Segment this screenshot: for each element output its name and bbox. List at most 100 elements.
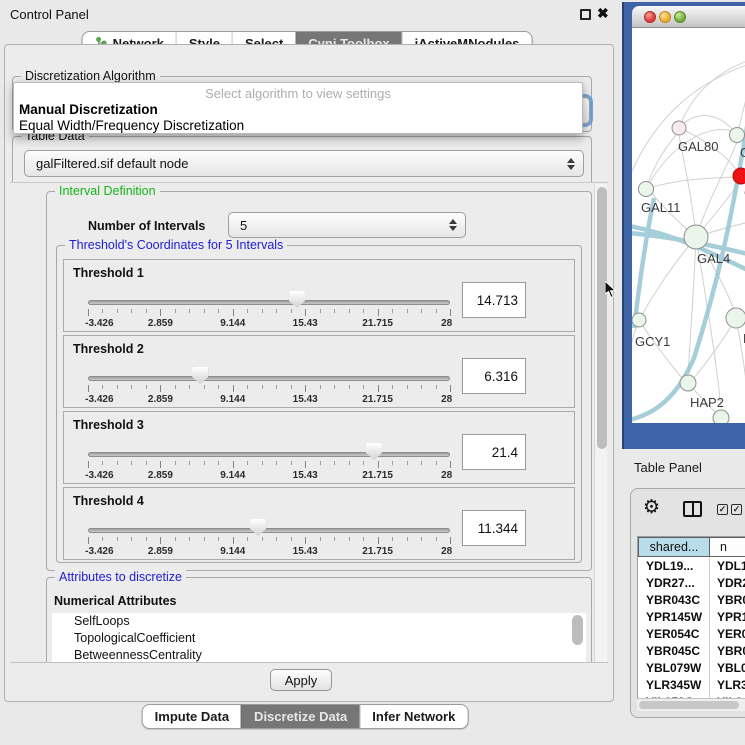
table-cell[interactable]: YBR0 <box>710 591 745 608</box>
slider-tick-label: 2.859 <box>148 470 173 481</box>
table-row[interactable]: YBR045CYBR0 <box>638 642 745 659</box>
table-row[interactable]: YDR27...YDR2 <box>638 574 745 591</box>
attribute-list-item[interactable]: SelfLoops <box>52 613 586 630</box>
network-node-selected[interactable] <box>733 168 745 184</box>
table-cell[interactable]: YPR1 <box>710 608 745 625</box>
gear-icon[interactable]: ⚙ <box>643 496 660 518</box>
table-cell[interactable]: YLR3 <box>710 676 745 693</box>
split-view-icon[interactable] <box>683 501 702 517</box>
network-graph: GAL80 G C GAL11 GAL4 GCY1 H HAP2 <box>632 28 745 423</box>
column-header-name[interactable]: n <box>710 537 745 557</box>
tab-impute-data[interactable]: Impute Data <box>143 705 241 728</box>
table-row[interactable]: YBR043CYBR0 <box>638 591 745 608</box>
checkbox-icon[interactable]: ✓ <box>717 504 728 515</box>
apply-button[interactable]: Apply <box>270 669 332 691</box>
tab-discretize-data[interactable]: Discretize Data <box>241 705 359 728</box>
threshold-2-value-field[interactable]: 6.316 <box>462 358 526 394</box>
tab-infer-network[interactable]: Infer Network <box>359 705 467 728</box>
threshold-1-value-field[interactable]: 14.713 <box>462 282 526 318</box>
number-of-intervals-combobox[interactable]: 5 <box>228 212 466 238</box>
network-node[interactable] <box>680 375 696 391</box>
attribute-list-item[interactable]: BetweennessCentrality <box>52 647 586 663</box>
network-view-window: GAL80 G C GAL11 GAL4 GCY1 H HAP2 <box>622 2 745 449</box>
numerical-attributes-list[interactable]: SelfLoopsTopologicalCoefficientBetweenne… <box>52 613 586 663</box>
network-node[interactable] <box>730 128 745 143</box>
zoom-traffic-light[interactable] <box>674 11 686 23</box>
threshold-3-slider-track[interactable] <box>88 452 450 457</box>
combo-stepper-icon <box>567 158 575 170</box>
table-hscrollbar[interactable] <box>637 698 745 711</box>
table-cell[interactable]: YLR345W <box>638 676 710 693</box>
settings-scrollbar-track[interactable] <box>594 184 607 662</box>
table-cell[interactable]: YBR043C <box>638 591 710 608</box>
column-header-shared-name[interactable]: shared... <box>638 537 710 557</box>
slider-tick-label: 15.43 <box>293 318 318 329</box>
network-window-titlebar[interactable] <box>632 6 745 28</box>
table-cell[interactable]: YPR145W <box>638 608 710 625</box>
slider-tick-label: 21.715 <box>362 394 393 405</box>
threshold-3-label: Threshold 3 <box>73 418 144 432</box>
threshold-4-value-field[interactable]: 11.344 <box>462 510 526 546</box>
threshold-3-panel: Threshold 3 -3.4262.8599.14415.4321.7152… <box>63 411 575 484</box>
table-panel-title: Table Panel <box>634 460 702 475</box>
table-cell[interactable]: YER0 <box>710 625 745 642</box>
close-traffic-light[interactable] <box>644 11 656 23</box>
table-row[interactable]: YER054CYER0 <box>638 625 745 642</box>
network-node[interactable] <box>684 225 708 249</box>
table-cell[interactable]: YER054C <box>638 625 710 642</box>
table-hscrollbar-thumb[interactable] <box>639 701 739 709</box>
slider-tick-label: 28 <box>441 318 452 329</box>
settings-scrollbar-thumb[interactable] <box>597 187 607 449</box>
network-canvas[interactable]: GAL80 G C GAL11 GAL4 GCY1 H HAP2 <box>632 28 745 423</box>
table-row[interactable]: YBL079WYBL0 <box>638 659 745 676</box>
table-row[interactable]: YPR145WYPR1 <box>638 608 745 625</box>
table-cell[interactable]: YDL1 <box>710 557 745 574</box>
slider-tick-label: 15.43 <box>293 470 318 481</box>
popup-item-equal-width-frequency[interactable]: Equal Width/Frequency Discretization <box>19 118 244 133</box>
close-icon[interactable]: ✖ <box>597 5 609 22</box>
table-cell[interactable]: YBL0 <box>710 659 745 676</box>
table-data-combobox[interactable]: galFiltered.sif default node <box>24 150 584 177</box>
node-label: GAL80 <box>678 139 718 154</box>
network-node[interactable] <box>639 182 654 197</box>
table-cell[interactable]: YDL19... <box>638 557 710 574</box>
threshold-2-slider-track[interactable] <box>88 376 450 381</box>
table-cell[interactable]: YDR27... <box>638 574 710 591</box>
threshold-2-panel: Threshold 2 -3.4262.8599.14415.4321.7152… <box>63 335 575 408</box>
popup-item-manual-discretization[interactable]: Manual Discretization <box>19 102 158 117</box>
screen: Control Panel ✖ Network Style Select Cyn… <box>0 0 745 745</box>
table-row[interactable]: YDL19...YDL1 <box>638 557 745 574</box>
table-row[interactable]: YLR345WYLR3 <box>638 676 745 693</box>
threshold-1-slider-track[interactable] <box>88 300 450 305</box>
network-node[interactable] <box>726 308 745 328</box>
slider-tick-label: -3.426 <box>85 546 113 557</box>
threshold-3-slider-thumb[interactable] <box>366 443 382 460</box>
slider-ticks <box>88 461 450 469</box>
slider-ticks <box>88 537 450 545</box>
threshold-4-slider-track[interactable] <box>88 528 450 533</box>
network-node[interactable] <box>672 121 686 135</box>
table-cell[interactable]: YDR2 <box>710 574 745 591</box>
threshold-3-value-field[interactable]: 21.4 <box>462 434 526 470</box>
control-panel-title: Control Panel <box>10 7 89 22</box>
slider-scale: -3.4262.8599.14415.4321.71528 <box>88 394 450 405</box>
threshold-4-slider-thumb[interactable] <box>250 519 266 536</box>
discretization-algorithm-group-title: Discretization Algorithm <box>21 69 160 83</box>
network-node[interactable] <box>713 410 729 423</box>
network-node[interactable] <box>632 313 646 327</box>
table-cell[interactable]: YBL079W <box>638 659 710 676</box>
table-cell[interactable]: YBR0 <box>710 642 745 659</box>
checkbox-icon[interactable]: ✓ <box>731 504 742 515</box>
attributes-group-title: Attributes to discretize <box>55 570 186 584</box>
float-window-icon[interactable] <box>580 9 591 20</box>
slider-ticks <box>88 385 450 393</box>
slider-tick-label: 15.43 <box>293 546 318 557</box>
attribute-list-item[interactable]: TopologicalCoefficient <box>52 630 586 647</box>
list-scrollbar[interactable] <box>572 615 583 645</box>
threshold-2-slider-thumb[interactable] <box>192 367 208 384</box>
node-label-truncated: G <box>740 145 745 160</box>
threshold-1-slider-thumb[interactable] <box>289 291 305 308</box>
table-body: YDL19...YDL1YDR27...YDR2YBR043CYBR0YPR14… <box>638 557 745 698</box>
minimize-traffic-light[interactable] <box>659 11 671 23</box>
table-cell[interactable]: YBR045C <box>638 642 710 659</box>
